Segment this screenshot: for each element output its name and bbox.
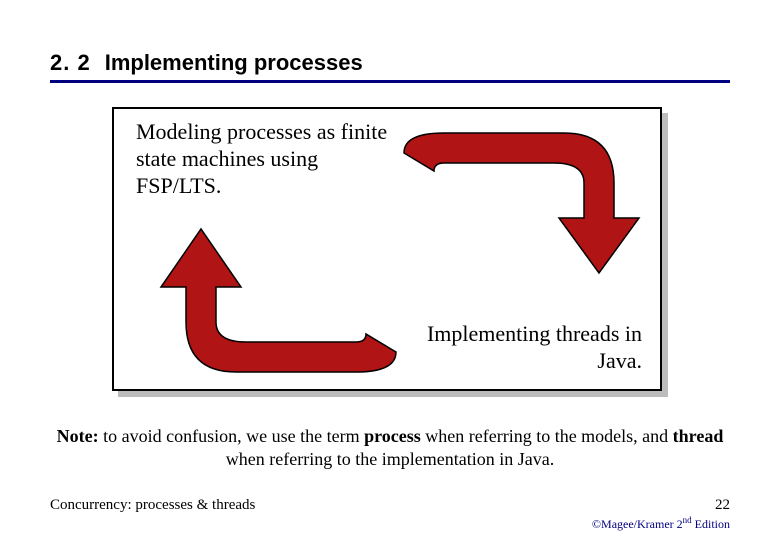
section-heading: 2. 2 Implementing processes <box>50 50 730 76</box>
copyright-pre: ©Magee/Kramer <box>592 517 677 531</box>
section-number: 2. 2 <box>50 50 91 76</box>
arrow-up-icon <box>154 207 414 382</box>
slide: 2. 2 Implementing processes Modeling pro… <box>0 0 780 540</box>
note-text-b: when referring to the models, and <box>421 426 673 446</box>
note-paragraph: Note: to avoid confusion, we use the ter… <box>50 425 730 470</box>
copyright: ©Magee/Kramer 2nd Edition <box>592 515 730 532</box>
note-text-c: when referring to the implementation in … <box>226 449 554 469</box>
diagram-box: Modeling processes as finite state machi… <box>112 107 668 397</box>
title-rule <box>50 80 730 83</box>
arrow-down-icon <box>384 123 644 293</box>
copyright-sup: nd <box>683 515 692 525</box>
note-label: Note: <box>57 426 99 446</box>
note-text-a: to avoid confusion, we use the term <box>99 426 364 446</box>
box-frame: Modeling processes as finite state machi… <box>112 107 662 391</box>
note-term-thread: thread <box>673 426 724 446</box>
note-term-process: process <box>364 426 421 446</box>
implementing-text: Implementing threads in Java. <box>382 321 642 375</box>
section-title: Implementing processes <box>105 50 363 76</box>
page-number: 22 <box>715 497 730 514</box>
modeling-text: Modeling processes as finite state machi… <box>136 119 396 199</box>
footer-left: Concurrency: processes & threads <box>50 497 255 514</box>
footer: Concurrency: processes & threads 22 <box>50 497 730 514</box>
copyright-post: Edition <box>692 517 730 531</box>
